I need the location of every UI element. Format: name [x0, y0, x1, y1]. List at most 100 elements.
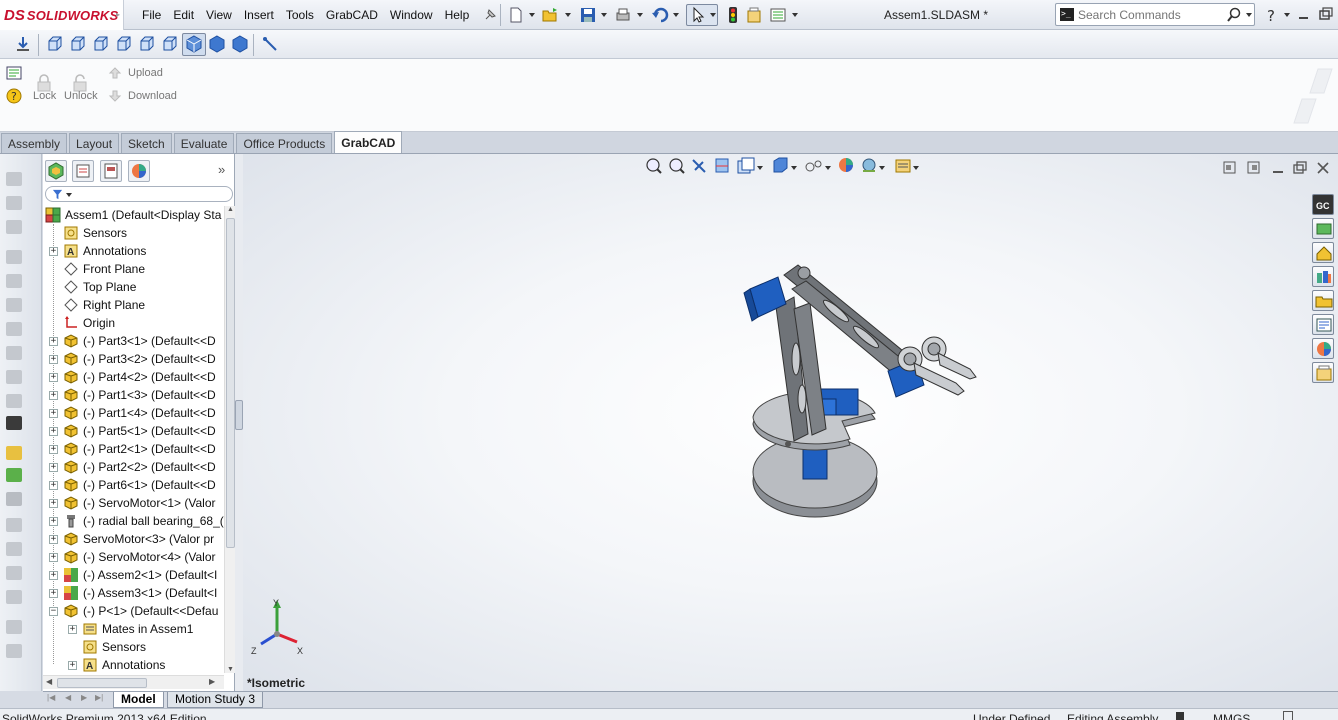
clearance-verification-icon[interactable]: [6, 492, 22, 506]
tab-prev-icon[interactable]: ◀: [65, 693, 71, 702]
rebuild-icon[interactable]: [724, 6, 742, 24]
interference-detection-icon[interactable]: [6, 468, 22, 482]
tree-item[interactable]: + (-) Part3<1> (Default<<D: [43, 332, 225, 350]
collapse-icon[interactable]: −: [49, 607, 58, 616]
view-palette-folder-tab[interactable]: [1312, 290, 1334, 311]
tree-item[interactable]: + (-) Part6<1> (Default<<D: [43, 476, 225, 494]
upload-label[interactable]: Upload: [128, 67, 163, 79]
expand-icon[interactable]: +: [49, 535, 58, 544]
tree-item[interactable]: + (-) Part5<1> (Default<<D: [43, 422, 225, 440]
rebuild-status-icon[interactable]: [1176, 712, 1184, 720]
tab-motion-study-3[interactable]: Motion Study 3: [167, 692, 264, 708]
hide-show-items-icon[interactable]: [805, 160, 831, 172]
grabcad-help-icon[interactable]: ?: [6, 88, 22, 104]
displaymanager-tab[interactable]: [128, 160, 150, 182]
scroll-left-icon[interactable]: ◀: [46, 677, 52, 686]
graphics-area[interactable]: GC Y X Z *Isometric: [243, 154, 1338, 691]
lock-label[interactable]: Lock: [33, 90, 56, 102]
pin-icon[interactable]: [481, 6, 499, 24]
tree-item[interactable]: + (-) Part3<2> (Default<<D: [43, 350, 225, 368]
menu-window[interactable]: Window: [384, 8, 439, 22]
tree-item[interactable]: Top Plane: [43, 278, 225, 296]
expand-icon[interactable]: +: [68, 661, 77, 670]
tree-item[interactable]: Origin: [43, 314, 225, 332]
tree-item[interactable]: Sensors: [43, 638, 225, 656]
scroll-right-icon[interactable]: ▶: [209, 677, 215, 686]
logo-arrow-icon[interactable]: ▸: [116, 10, 120, 19]
scroll-up-icon[interactable]: ▲: [227, 206, 234, 213]
tab-model[interactable]: Model: [113, 692, 164, 708]
tab-office-products[interactable]: Office Products: [236, 133, 333, 153]
file-properties-icon[interactable]: [745, 6, 763, 24]
previous-view-icon[interactable]: [692, 159, 706, 173]
help-icon[interactable]: ?: [1263, 6, 1281, 24]
move-component-icon[interactable]: [6, 274, 22, 288]
trimetric-view-icon[interactable]: [208, 35, 226, 53]
download-icon[interactable]: [108, 89, 122, 103]
large-design-review-icon[interactable]: [6, 644, 22, 658]
expand-icon[interactable]: +: [49, 427, 58, 436]
print-dropdown-icon[interactable]: [637, 13, 643, 17]
expand-icon[interactable]: +: [49, 463, 58, 472]
tree-item[interactable]: Right Plane: [43, 296, 225, 314]
zoom-to-area-icon[interactable]: [669, 158, 685, 174]
select-dropdown-icon[interactable]: [710, 13, 716, 17]
tree-item[interactable]: + (-) radial ball bearing_68_(: [43, 512, 225, 530]
edit-appearance-icon[interactable]: [839, 158, 853, 172]
explode-line-sketch-icon[interactable]: [6, 446, 22, 460]
restore-app-icon[interactable]: [1318, 6, 1334, 22]
bill-of-materials-icon[interactable]: [6, 394, 22, 408]
menu-insert[interactable]: Insert: [238, 8, 280, 22]
save-icon[interactable]: [579, 6, 597, 24]
expand-icon[interactable]: +: [49, 481, 58, 490]
search-icon[interactable]: [1226, 7, 1242, 23]
display-style-icon[interactable]: [773, 157, 797, 173]
section-view-icon[interactable]: [715, 158, 729, 173]
apply-scene-icon[interactable]: [862, 158, 885, 172]
expand-icon[interactable]: +: [49, 589, 58, 598]
smart-fasteners-icon[interactable]: [6, 250, 22, 264]
view-palette-tab[interactable]: [1312, 314, 1334, 335]
expand-icon[interactable]: +: [49, 517, 58, 526]
tab-next-icon[interactable]: ▶: [81, 693, 87, 702]
file-explorer-tab[interactable]: [1312, 266, 1334, 287]
new-document-icon[interactable]: [507, 6, 525, 24]
configurationmanager-tab[interactable]: [100, 160, 122, 182]
grabcad-pane-tab[interactable]: GC: [1312, 194, 1334, 215]
tree-item[interactable]: + (-) ServoMotor<4> (Valor: [43, 548, 225, 566]
tree-item[interactable]: + (-) Part2<2> (Default<<D: [43, 458, 225, 476]
tree-horizontal-scrollbar[interactable]: ◀ ▶: [43, 675, 224, 689]
front-view-icon[interactable]: [46, 35, 64, 53]
right-view-icon[interactable]: [115, 35, 133, 53]
tree-horizontal-scroll-thumb[interactable]: [57, 678, 147, 688]
tree-item[interactable]: + (-) Part1<3> (Default<<D: [43, 386, 225, 404]
tree-item[interactable]: + ServoMotor<3> (Valor pr: [43, 530, 225, 548]
tree-item[interactable]: + (-) Part4<2> (Default<<D: [43, 368, 225, 386]
menu-view[interactable]: View: [200, 8, 238, 22]
expand-icon[interactable]: +: [49, 445, 58, 454]
options-icon[interactable]: [769, 6, 787, 24]
design-library-tab[interactable]: [1312, 242, 1334, 263]
filter-dropdown-icon[interactable]: [66, 193, 72, 197]
splitter-handle[interactable]: [235, 400, 243, 430]
show-hidden-icon[interactable]: [6, 298, 22, 312]
insert-component-icon[interactable]: [6, 172, 22, 186]
save-dropdown-icon[interactable]: [601, 13, 607, 17]
tree-item[interactable]: − (-) P<1> (Default<<Defau: [43, 602, 225, 620]
assembly-features-icon[interactable]: [6, 322, 22, 336]
options-dropdown-icon[interactable]: [792, 13, 798, 17]
search-dropdown-icon[interactable]: [1246, 13, 1252, 17]
unlock-label[interactable]: Unlock: [64, 90, 98, 102]
solidworks-resources-tab[interactable]: [1312, 218, 1334, 239]
tree-item[interactable]: Sensors: [43, 224, 225, 242]
open-dropdown-icon[interactable]: [565, 13, 571, 17]
view-settings-icon[interactable]: [895, 159, 919, 173]
undo-dropdown-icon[interactable]: [673, 13, 679, 17]
single-view-icon[interactable]: [1223, 161, 1236, 174]
tree-root[interactable]: Assem1 (Default<Display Sta: [43, 206, 225, 224]
tree-vertical-scroll-thumb[interactable]: [226, 218, 235, 548]
expand-icon[interactable]: +: [49, 247, 58, 256]
download-label[interactable]: Download: [128, 90, 177, 102]
new-dropdown-icon[interactable]: [529, 13, 535, 17]
tree-item[interactable]: + A Annotations: [43, 242, 225, 260]
